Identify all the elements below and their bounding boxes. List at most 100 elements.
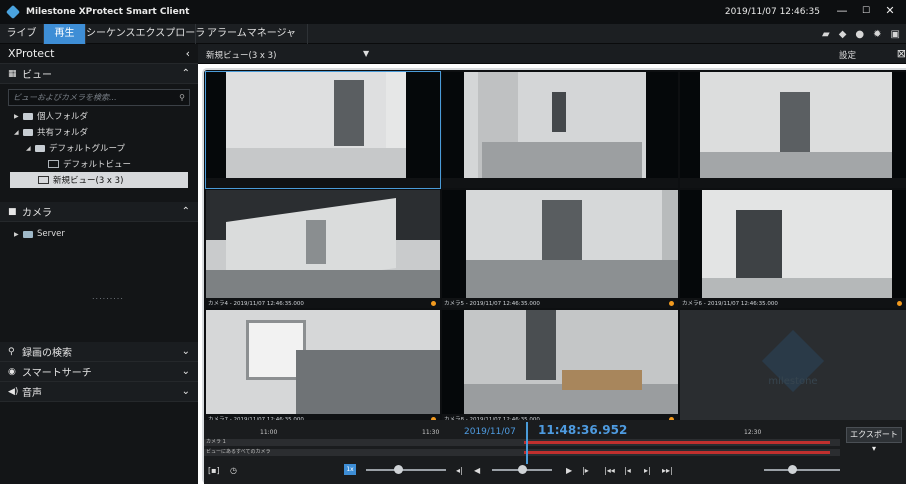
collapse-icon[interactable]: ◢ [26,145,35,152]
current-view-name: 新規ビュー(3 x 3) [206,51,277,61]
previous-icon[interactable]: |◂ [624,466,631,475]
camera-image [442,72,678,178]
folder-icon [23,128,33,136]
clock-icon[interactable]: ◷ [230,466,237,475]
chevron-down-icon[interactable]: ⌄ [182,386,190,397]
views-section-header[interactable]: ▦ ビュー ⌃ [0,64,198,84]
view-dropdown-icon[interactable]: ▼ [363,49,369,58]
search-input[interactable]: ビューおよびカメラを検索... ⚲ [8,89,190,106]
cameras-section-label: カメラ [22,208,52,219]
tab-sequence-explorer[interactable]: シーケンスエクスプローラ [86,24,205,44]
smart-search-section[interactable]: ◉ スマートサーチ ⌄ [0,362,198,382]
grid-icon: ▦ [8,68,17,79]
tab-alarm-manager[interactable]: アラームマネージャ [196,24,308,44]
help-icon[interactable]: ● [855,29,864,40]
sidebar-header: XProtect ‹ [0,44,198,64]
next-sequence-icon[interactable]: ▸▸| [662,466,673,475]
fullscreen-icon[interactable]: ⊠ [897,47,906,60]
camera-tile[interactable] [205,71,441,189]
camera-icon: ■ [8,206,17,217]
pin-icon[interactable]: ◆ [839,29,847,40]
camera-tile[interactable]: カメラ4 - 2019/11/07 12:46:35.000 [206,190,440,308]
tab-live[interactable]: ライブ [0,24,44,44]
smart-search-icon: ◉ [8,366,16,377]
tree-item-default-group[interactable]: ◢ デフォルトグループ [0,140,198,156]
timeline-row[interactable]: ビューにあるすべてのカメラ [204,449,840,456]
expand-icon[interactable]: ▶ [14,113,23,120]
settings-button[interactable]: 設定 [839,49,856,61]
tree-item-personal[interactable]: ▶ 個人フォルダ [0,108,198,124]
camera-tile[interactable]: カメラ6 - 2019/11/07 12:46:35.000 [680,190,906,308]
resize-handle[interactable]: ......... [92,292,124,301]
step-forward-icon[interactable]: |▸ [582,466,589,475]
view-header: 新規ビュー(3 x 3) ▼ 設定 ⊠ [198,44,906,64]
speed-slider[interactable] [366,469,446,471]
previous-sequence-icon[interactable]: |◂◂ [604,466,615,475]
title-bar: Milestone XProtect Smart Client 2019/11/… [0,0,906,24]
event-indicator [431,301,436,306]
view-icon [48,160,59,168]
tick-label: 11:30 [422,429,440,436]
camera-tile[interactable]: カメラ5 - 2019/11/07 12:46:35.000 [442,190,678,308]
chevron-up-icon[interactable]: ⌃ [182,68,190,79]
window-icon[interactable]: ▣ [891,29,900,40]
tree-item-shared[interactable]: ◢ 共有フォルダ [0,124,198,140]
sidebar: XProtect ‹ ▦ ビュー ⌃ ビューおよびカメラを検索... ⚲ ▶ 個… [0,44,198,484]
close-button[interactable]: ✕ [880,3,900,19]
recording-search-section[interactable]: ⚲ 録画の検索 ⌄ [0,342,198,362]
jog-slider-knob[interactable] [518,465,527,474]
timeline-cursor[interactable] [526,422,528,464]
zoom-slider[interactable] [764,469,840,471]
tree-item-default-view[interactable]: デフォルトビュー [0,156,198,172]
gear-icon[interactable]: ✹ [873,29,881,40]
collapse-icon[interactable]: ◢ [14,129,23,136]
zoom-slider-knob[interactable] [788,465,797,474]
expand-icon[interactable]: ▶ [14,231,23,238]
camera-tile[interactable] [442,72,678,188]
fullscreen-timeline-icon[interactable]: [▪] [208,466,220,475]
export-button[interactable]: エクスポート ▾ [846,427,902,453]
camera-image [680,190,906,298]
section-label: スマートサーチ [22,368,92,379]
search-icon[interactable]: ⚲ [179,93,185,102]
audio-section[interactable]: ◀) 音声 ⌄ [0,382,198,402]
playback-date: 2019/11/07 [464,427,516,437]
camera-image [680,72,906,178]
section-label: 録画の検索 [22,348,72,359]
search-icon: ⚲ [8,346,15,357]
collapse-sidebar-icon[interactable]: ‹ [186,47,190,60]
workspace-tabs: ライブ 再生 シーケンスエクスプローラ アラームマネージャ [0,24,906,44]
minimize-button[interactable]: — [832,3,852,19]
timeline-row[interactable]: カメラ 1 [204,439,840,446]
chevron-down-icon[interactable]: ⌄ [182,366,190,377]
camera-caption: カメラ4 - 2019/11/07 12:46:35.000 [208,301,304,307]
playback-time: 11:48:36.952 [538,423,628,437]
tab-playback[interactable]: 再生 [44,24,86,44]
views-section-label: ビュー [22,70,52,81]
play-icon[interactable]: ▶ [566,466,572,475]
play-reverse-icon[interactable]: ◀ [474,466,480,475]
camera-icon[interactable]: ▰ [822,29,830,40]
next-icon[interactable]: ▸| [644,466,651,475]
tree-item-server[interactable]: ▶ Server [0,226,198,242]
camera-image [442,310,678,414]
camera-image [206,190,440,298]
camera-tile[interactable]: カメラ7 - 2019/11/07 12:46:35.000 [206,310,440,424]
camera-image [206,72,440,178]
camera-tile[interactable] [680,72,906,188]
empty-camera-slot[interactable]: milestone [680,310,906,424]
step-back-icon[interactable]: ◂| [456,466,463,475]
folder-icon [35,144,45,152]
speed-slider-knob[interactable] [394,465,403,474]
tree-item-label: 共有フォルダ [37,128,89,138]
tree-item-new-view[interactable]: 新規ビュー(3 x 3) [10,172,188,188]
tree-item-label: 個人フォルダ [37,112,89,122]
timeline-ticks[interactable]: 11:00 11:30 12:30 [204,420,840,438]
chevron-down-icon[interactable]: ⌄ [182,346,190,357]
chevron-up-icon[interactable]: ⌃ [182,206,190,217]
speed-badge[interactable]: 1x [344,464,356,475]
maximize-button[interactable]: ☐ [856,3,876,19]
cameras-section-header[interactable]: ■ カメラ ⌃ [0,202,198,222]
camera-tile[interactable]: カメラ8 - 2019/11/07 12:46:35.000 [442,310,678,424]
tree-item-label: 新規ビュー(3 x 3) [53,176,124,186]
